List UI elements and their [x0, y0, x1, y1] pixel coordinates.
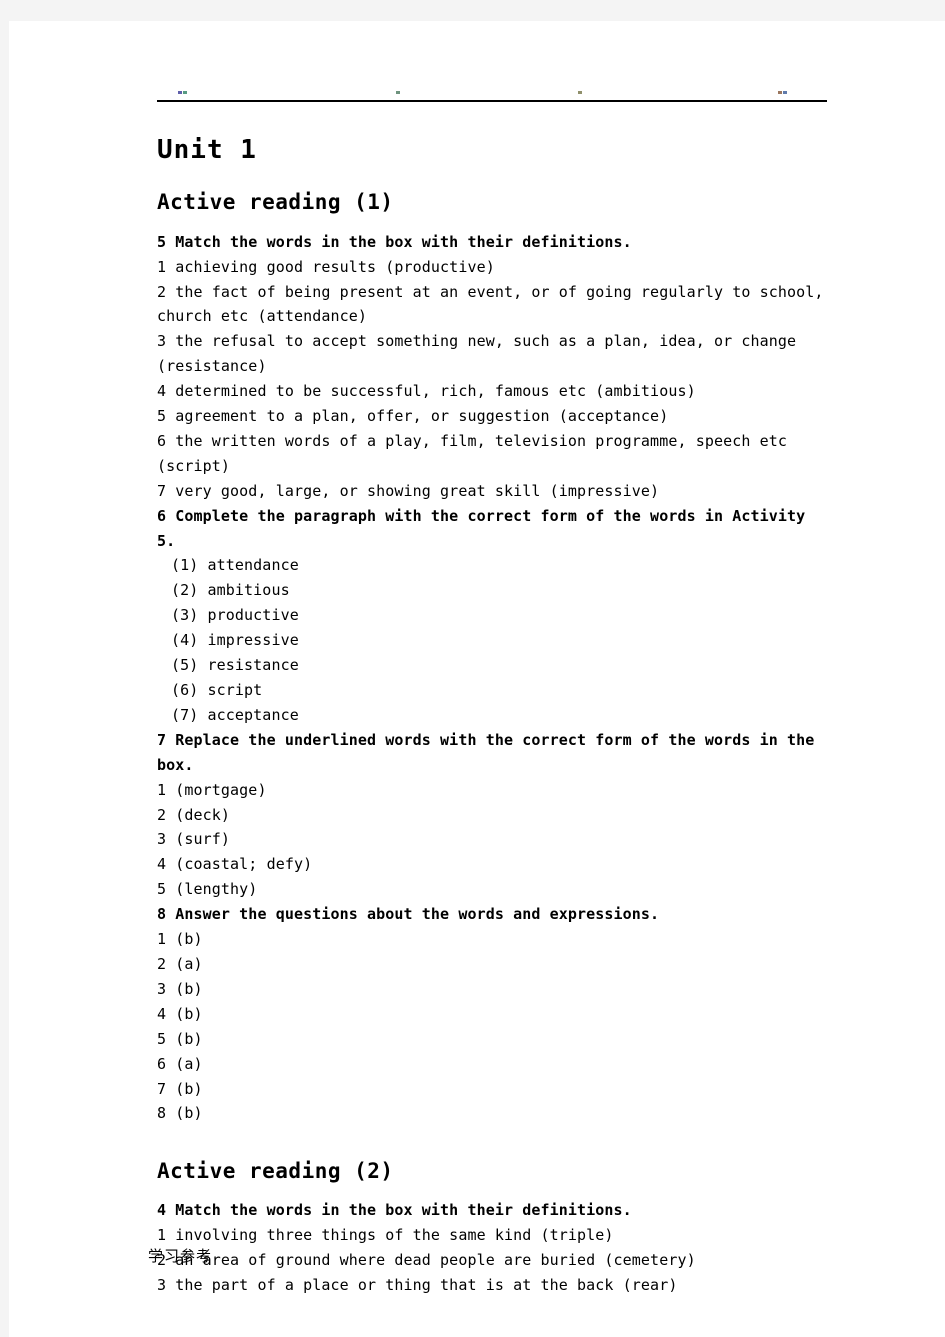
answer-line: 3 the part of a place or thing that is a…	[157, 1276, 678, 1295]
header-speck	[778, 91, 782, 94]
answer-line: (5) resistance	[171, 656, 299, 675]
answer-line: 1 (b)	[157, 930, 203, 949]
answer-line: 1 achieving good results (productive)	[157, 257, 495, 276]
answer-line: (6) script	[171, 681, 263, 699]
activity-instruction-line: 6 Complete the paragraph with the correc…	[157, 506, 815, 550]
answer-line: 3 (surf)	[157, 830, 231, 849]
answer-line: 7 very good, large, or showing great ski…	[157, 481, 660, 500]
activity-instruction-line: 8 Answer the questions about the words a…	[157, 905, 660, 924]
header-speck	[178, 91, 182, 94]
answer-line: (2) ambitious	[171, 581, 290, 600]
section-body-active-reading-1: 5 Match the words in the box with their …	[157, 230, 828, 1127]
header-speck	[183, 91, 187, 94]
answer-line: (resistance)	[157, 357, 267, 376]
header-speck	[396, 91, 400, 94]
answer-line: (4) impressive	[171, 631, 299, 650]
answer-line: (1) attendance	[171, 556, 299, 575]
answer-line: 4 determined to be successful, rich, fam…	[157, 382, 696, 401]
answer-line: (script)	[157, 456, 231, 475]
answer-line: 3 (b)	[157, 979, 203, 998]
answer-line: 8 (b)	[157, 1104, 203, 1123]
answer-line: 1 involving three things of the same kin…	[157, 1226, 614, 1245]
section-heading-active-reading-2: Active reading (2)	[157, 1159, 394, 1184]
answer-line: 7 (b)	[157, 1079, 203, 1098]
answer-line: 2 the fact of being present at an event,…	[157, 282, 824, 301]
header-divider	[157, 100, 827, 102]
running-header	[148, 78, 828, 111]
header-speck	[783, 91, 787, 94]
document-page: Unit 1 Active reading (1) 5 Match the wo…	[9, 21, 945, 1337]
header-speck	[578, 91, 582, 94]
section-body-active-reading-2: 4 Match the words in the box with their …	[157, 1198, 828, 1298]
answer-line: church etc (attendance)	[157, 307, 368, 326]
answer-line: (7) acceptance	[171, 705, 299, 724]
activity-instruction-line: 4 Match the words in the box with their …	[157, 1201, 632, 1220]
activity-instruction-line: 5 Match the words in the box with their …	[157, 232, 632, 251]
answer-line: 1 (mortgage)	[157, 780, 267, 799]
section-heading-active-reading-1: Active reading (1)	[157, 189, 394, 214]
answer-line: 3 the refusal to accept something new, s…	[157, 332, 797, 351]
answer-line: (3) productive	[171, 606, 299, 625]
answer-line: 6 the written words of a play, film, tel…	[157, 431, 788, 450]
page-title: Unit 1	[157, 135, 257, 165]
activity-instruction-line: 7 Replace the underlined words with the …	[157, 730, 824, 774]
answer-line: 5 agreement to a plan, offer, or suggest…	[157, 407, 669, 426]
footer-note: 学习参考	[148, 1247, 213, 1265]
answer-line: 5 (lengthy)	[157, 880, 258, 899]
answer-line: 4 (b)	[157, 1004, 203, 1023]
answer-line: 5 (b)	[157, 1029, 203, 1048]
answer-line: 6 (a)	[157, 1054, 203, 1073]
answer-line: 2 (a)	[157, 954, 203, 973]
document-body: Unit 1 Active reading (1) 5 Match the wo…	[148, 78, 828, 1298]
answer-line: 2 an area of ground where dead people ar…	[157, 1251, 696, 1270]
answer-line: 4 (coastal; defy)	[157, 855, 313, 874]
running-header-text	[148, 91, 818, 98]
answer-line: 2 (deck)	[157, 805, 231, 824]
